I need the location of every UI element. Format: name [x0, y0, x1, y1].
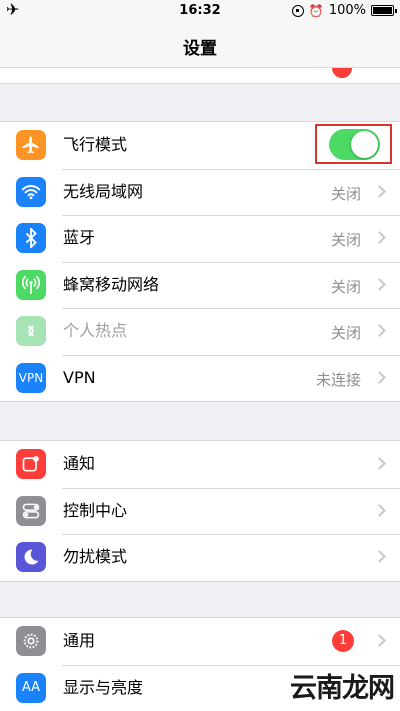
settings-row-vpn[interactable]: VPN VPN 未连接 — [0, 354, 400, 402]
update-badge: 1 — [332, 630, 354, 652]
chevron-right-icon — [373, 634, 386, 647]
wifi-label: 无线局域网 — [63, 181, 144, 201]
settings-row-general[interactable]: 通用 1 — [0, 618, 400, 665]
badge-partial — [332, 68, 352, 78]
display-icon: AA — [16, 672, 46, 703]
chevron-right-icon — [373, 184, 386, 198]
general-label: 通用 — [63, 631, 96, 650]
cellular-value: 关闭 — [330, 277, 361, 296]
moon-icon — [16, 542, 46, 572]
bluetooth-icon — [16, 223, 46, 253]
vpn-icon: VPN — [16, 362, 46, 393]
settings-row-notifications[interactable]: 通知 — [0, 441, 400, 488]
battery-icon — [371, 5, 397, 16]
watermark-logo: 云南龙网 — [290, 673, 395, 704]
display-label: 显示与亮度 — [63, 677, 144, 697]
toggle-knob — [351, 131, 378, 158]
airplane-label: 飞行模式 — [63, 135, 128, 154]
wifi-value: 关闭 — [330, 184, 361, 203]
notifications-label: 通知 — [63, 454, 96, 473]
status-bar: ✈ 16:32 ⏰ 100% — [0, 0, 400, 22]
bluetooth-label: 蓝牙 — [63, 228, 96, 247]
cellular-label: 蜂窝移动网络 — [63, 274, 160, 294]
notifications-icon — [16, 449, 46, 479]
cellular-icon — [16, 269, 46, 300]
apple-id-row-partial[interactable] — [0, 68, 400, 84]
page-title: 设置 — [183, 39, 217, 59]
settings-row-cellular[interactable]: 蜂窝移动网络 关闭 — [0, 261, 400, 309]
airplane-icon — [16, 130, 46, 160]
chevron-right-icon — [373, 370, 386, 384]
notifications-group: 通知 控制中心 勿扰模式 — [0, 440, 400, 582]
bluetooth-value: 关闭 — [330, 231, 361, 249]
status-right: ⏰ 100% — [291, 3, 397, 18]
hotspot-value: 关闭 — [330, 324, 361, 342]
chevron-right-icon — [373, 231, 386, 244]
hotspot-icon — [16, 316, 46, 346]
dnd-label: 勿扰模式 — [63, 547, 128, 566]
control-center-icon — [16, 495, 46, 526]
chevron-right-icon — [373, 324, 386, 337]
settings-row-hotspot[interactable]: 个人热点 关闭 — [0, 308, 400, 355]
vpn-value: 未连接 — [315, 370, 361, 389]
settings-row-airplane[interactable]: 飞行模式 — [0, 122, 400, 169]
rotation-lock-icon — [291, 4, 304, 17]
settings-row-bluetooth[interactable]: 蓝牙 关闭 — [0, 215, 400, 262]
settings-row-wifi[interactable]: 无线局域网 关闭 — [0, 168, 400, 216]
settings-row-dnd[interactable]: 勿扰模式 — [0, 534, 400, 581]
chevron-right-icon — [373, 503, 386, 517]
settings-row-control-center[interactable]: 控制中心 — [0, 487, 400, 535]
battery-percent: 100% — [328, 3, 366, 18]
wifi-icon — [16, 176, 46, 207]
chevron-right-icon — [373, 277, 386, 291]
hotspot-label: 个人热点 — [63, 321, 128, 340]
gear-icon — [16, 626, 46, 656]
control-center-label: 控制中心 — [63, 500, 128, 520]
alarm-icon: ⏰ — [308, 3, 324, 18]
vpn-label: VPN — [63, 367, 96, 387]
nav-bar: 设置 — [0, 22, 400, 68]
airplane-toggle[interactable] — [329, 129, 380, 160]
connectivity-group: 飞行模式 无线局域网 关闭 蓝牙 关闭 蜂窝移动网络 关闭 个人热点 关闭 VP… — [0, 121, 400, 402]
chevron-right-icon — [373, 550, 386, 563]
chevron-right-icon — [373, 457, 386, 470]
